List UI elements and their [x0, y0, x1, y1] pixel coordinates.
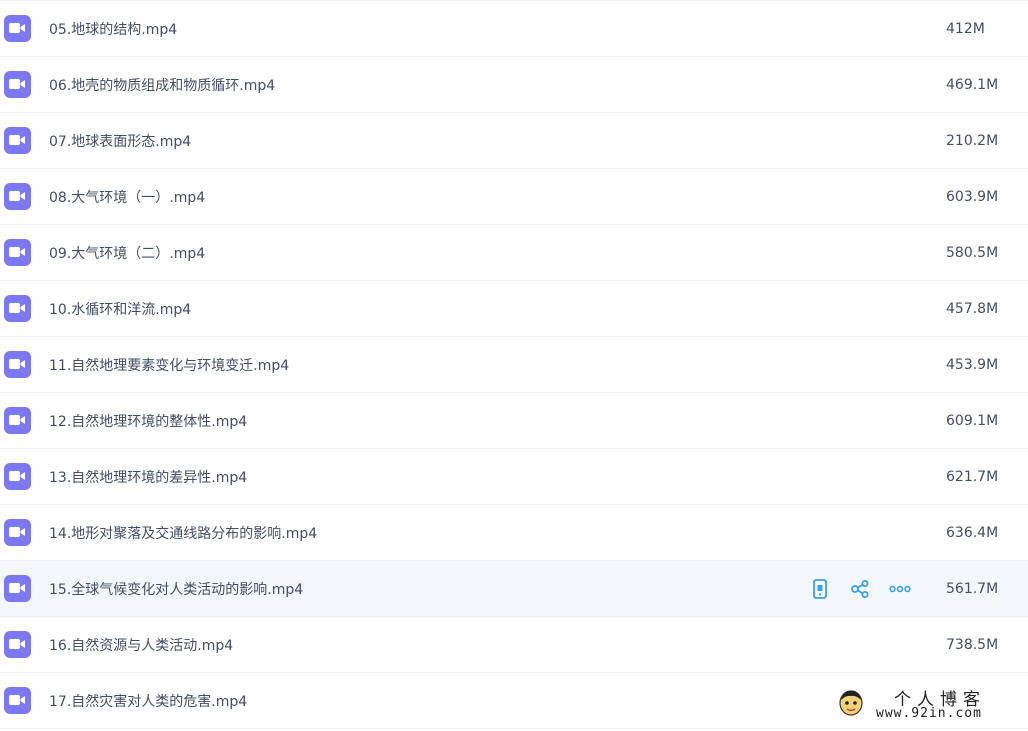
file-size: 412M — [946, 20, 985, 37]
file-size: 636.4M — [946, 524, 999, 541]
file-name[interactable]: 09.大气环境（二）.mp4 — [49, 243, 205, 263]
file-name[interactable]: 06.地壳的物质组成和物质循环.mp4 — [49, 75, 275, 95]
cartoon-face-icon — [838, 688, 864, 718]
file-row[interactable]: 05.地球的结构.mp4 412M — [0, 1, 1028, 57]
file-name[interactable]: 10.水循环和洋流.mp4 — [49, 299, 191, 319]
file-row[interactable]: 06.地壳的物质组成和物质循环.mp4 469.1M — [0, 57, 1028, 113]
row-actions — [808, 577, 912, 601]
file-size: 457.8M — [946, 300, 999, 317]
file-name[interactable]: 14.地形对聚落及交通线路分布的影响.mp4 — [49, 523, 317, 543]
file-name[interactable]: 15.全球气候变化对人类活动的影响.mp4 — [49, 579, 303, 599]
file-name[interactable]: 07.地球表面形态.mp4 — [49, 131, 191, 151]
file-size: 609.1M — [946, 412, 999, 429]
video-file-icon — [4, 630, 31, 658]
file-row[interactable]: 10.水循环和洋流.mp4 457.8M — [0, 281, 1028, 337]
file-size: 453.9M — [946, 356, 999, 373]
file-name[interactable]: 11.自然地理要素变化与环境变迁.mp4 — [49, 355, 289, 375]
file-size: 469.1M — [946, 76, 999, 93]
file-list: 05.地球的结构.mp4 412M 06.地壳的物质组成和物质循环.mp4 46… — [0, 0, 1028, 731]
file-row[interactable]: 13.自然地理环境的差异性.mp4 621.7M — [0, 449, 1028, 505]
video-file-icon — [4, 350, 31, 378]
file-size: 603.9M — [946, 188, 999, 205]
video-file-icon — [4, 126, 31, 154]
file-row[interactable]: 09.大气环境（二）.mp4 580.5M — [0, 225, 1028, 281]
phone-icon[interactable] — [808, 577, 832, 601]
file-name[interactable]: 16.自然资源与人类活动.mp4 — [49, 635, 233, 655]
file-name[interactable]: 13.自然地理环境的差异性.mp4 — [49, 467, 247, 487]
file-row[interactable]: 08.大气环境（一）.mp4 603.9M — [0, 169, 1028, 225]
watermark: 个人博客 www.92in.com — [832, 685, 1022, 725]
video-file-icon — [4, 70, 31, 98]
share-icon[interactable] — [848, 577, 872, 601]
video-file-icon — [4, 574, 31, 602]
video-file-icon — [4, 294, 31, 322]
file-name[interactable]: 05.地球的结构.mp4 — [49, 19, 177, 39]
video-file-icon — [4, 238, 31, 266]
video-file-icon — [4, 686, 31, 714]
file-size: 738.5M — [946, 636, 999, 653]
file-size: 621.7M — [946, 468, 999, 485]
file-name[interactable]: 12.自然地理环境的整体性.mp4 — [49, 411, 247, 431]
file-name[interactable]: 08.大气环境（一）.mp4 — [49, 187, 205, 207]
file-row-hovered[interactable]: 15.全球气候变化对人类活动的影响.mp4 561.7M — [0, 561, 1028, 617]
watermark-url: www.92in.com — [876, 706, 982, 721]
file-size: 561.7M — [946, 580, 999, 597]
file-row[interactable]: 11.自然地理要素变化与环境变迁.mp4 453.9M — [0, 337, 1028, 393]
file-row[interactable]: 14.地形对聚落及交通线路分布的影响.mp4 636.4M — [0, 505, 1028, 561]
file-size: 580.5M — [946, 244, 999, 261]
video-file-icon — [4, 518, 31, 546]
video-file-icon — [4, 182, 31, 210]
video-file-icon — [4, 14, 31, 42]
file-row[interactable]: 16.自然资源与人类活动.mp4 738.5M — [0, 617, 1028, 673]
file-row[interactable]: 07.地球表面形态.mp4 210.2M — [0, 113, 1028, 169]
file-row[interactable]: 12.自然地理环境的整体性.mp4 609.1M — [0, 393, 1028, 449]
file-size: 210.2M — [946, 132, 999, 149]
more-icon[interactable] — [888, 577, 912, 601]
video-file-icon — [4, 406, 31, 434]
file-name[interactable]: 17.自然灾害对人类的危害.mp4 — [49, 691, 247, 711]
video-file-icon — [4, 462, 31, 490]
